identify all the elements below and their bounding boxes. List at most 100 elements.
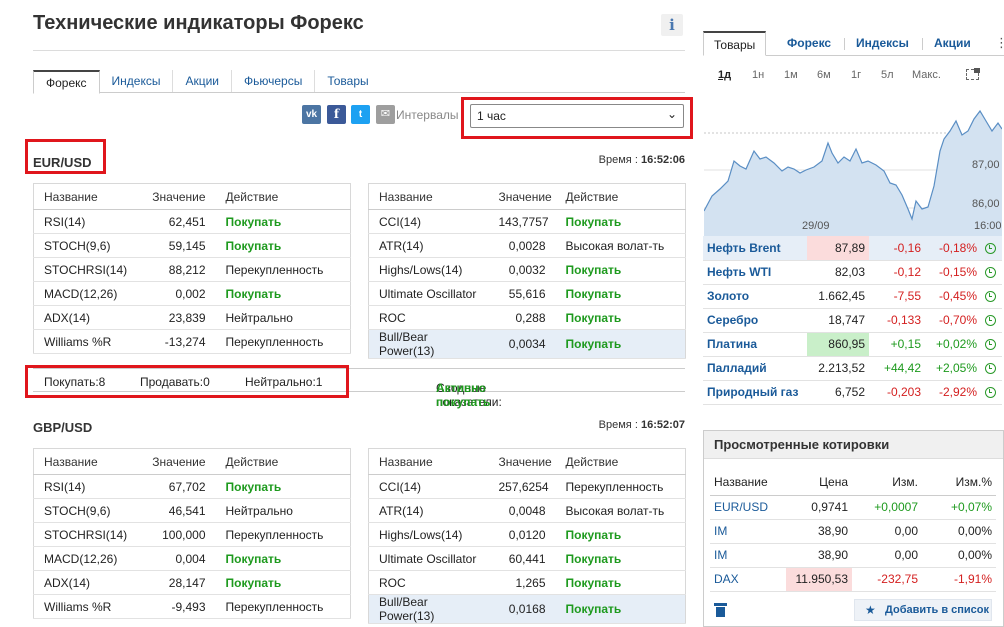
- indicator-name: STOCHRSI(14): [33, 522, 134, 547]
- widget-tab-forex[interactable]: Форекс: [787, 36, 831, 50]
- range-1m[interactable]: 1м: [784, 69, 798, 81]
- widget-tab-commodities[interactable]: Товары: [703, 31, 767, 56]
- clock-icon: [985, 291, 996, 303]
- quote-price: 6,752: [807, 380, 869, 405]
- quote-row[interactable]: Золото 1.662,45 -7,55 -0,45%: [703, 284, 1002, 309]
- viewed-quote-price: 0,9741: [786, 495, 852, 520]
- mail-share-icon[interactable]: ✉: [376, 105, 395, 124]
- quote-row[interactable]: Нефть Brent 87,89 -0,16 -0,18%: [703, 236, 1002, 261]
- facebook-share-icon[interactable]: f: [327, 105, 346, 124]
- add-to-watchlist-button[interactable]: ★ Добавить в список: [854, 599, 992, 621]
- quote-name[interactable]: Золото: [703, 284, 807, 309]
- quote-name[interactable]: Платина: [703, 332, 807, 357]
- quote-change-pct: -0,18%: [925, 236, 981, 261]
- quote-price: 1.662,45: [807, 284, 869, 309]
- viewed-quote-row[interactable]: IM 38,90 0,00 0,00%: [710, 519, 996, 544]
- indicator-value: 0,0034: [488, 329, 556, 359]
- widget-tabs: Товары Форекс Индексы Акции ⋮: [703, 31, 1004, 56]
- quote-name[interactable]: Природный газ: [703, 380, 807, 405]
- quote-change-pct: -2,92%: [925, 380, 981, 405]
- section-eurusd: EUR/USD Время : 16:52:06 Название Значен…: [25, 139, 686, 409]
- fullscreen-icon[interactable]: [966, 68, 980, 80]
- clock-icon: [985, 339, 996, 351]
- quote-row[interactable]: Платина 860,95 +0,15 +0,02%: [703, 332, 1002, 357]
- more-icon[interactable]: ⋮: [995, 35, 1004, 51]
- col-name: Название: [33, 448, 134, 475]
- indicator-row: Ultimate Oscillator 55,616 Покупать: [368, 281, 686, 306]
- tab-stocks[interactable]: Акции: [173, 70, 233, 92]
- info-icon[interactable]: i: [661, 14, 683, 36]
- indicator-action: Покупать: [215, 281, 351, 306]
- indicator-action: Нейтрально: [215, 305, 351, 330]
- viewed-quote-change-pct: -1,91%: [922, 567, 996, 592]
- range-1w[interactable]: 1н: [752, 69, 764, 81]
- viewed-quotes-table: Название Цена Изм. Изм.% EUR/USD 0,9741 +0…: [710, 469, 996, 592]
- quote-name[interactable]: Серебро: [703, 308, 807, 333]
- quote-change: -0,16: [869, 236, 925, 261]
- viewed-quote-row[interactable]: DAX 11.950,53 -232,75 -1,91%: [710, 567, 996, 592]
- indicator-row: RSI(14) 62,451 Покупать: [33, 209, 351, 234]
- vk-share-icon[interactable]: vk: [302, 105, 321, 124]
- indicator-value: -9,493: [133, 594, 216, 619]
- quote-name[interactable]: Нефть WTI: [703, 260, 807, 285]
- indicator-action: Покупать: [215, 546, 351, 571]
- tab-commodities[interactable]: Товары: [315, 70, 380, 92]
- range-1d[interactable]: 1д: [718, 69, 731, 81]
- indicators-table-left: Название Значение Действие RSI(14) 67,702…: [33, 448, 351, 619]
- interval-selected-value: 1 час: [477, 109, 506, 123]
- interval-select[interactable]: 1 час ⌄: [470, 104, 684, 128]
- viewed-quote-price: 38,90: [786, 519, 852, 544]
- quote-name[interactable]: Нефть Brent: [703, 236, 807, 261]
- indicator-row: MACD(12,26) 0,004 Покупать: [33, 546, 351, 571]
- range-5y[interactable]: 5л: [881, 69, 894, 81]
- summary-bar: Покупать:8 Продавать:0 Нейтрально:1 Свод…: [25, 365, 685, 409]
- quote-change: +44,42: [869, 356, 925, 381]
- viewed-quote-change-pct: +0,07%: [922, 495, 996, 520]
- clock-icon: [981, 380, 1002, 405]
- quote-row[interactable]: Нефть WTI 82,03 -0,12 -0,15%: [703, 260, 1002, 285]
- range-6m[interactable]: 6м: [817, 69, 831, 81]
- viewed-quote-row[interactable]: IM 38,90 0,00 0,00%: [710, 543, 996, 568]
- viewed-quotes-panel: Просмотренные котировки Название Цена Из…: [703, 430, 1004, 627]
- viewed-quote-name[interactable]: DAX: [710, 567, 786, 592]
- indicator-action: Покупать: [555, 594, 686, 624]
- viewed-quote-row[interactable]: EUR/USD 0,9741 +0,0007 +0,07%: [710, 495, 996, 520]
- indicator-value: 0,002: [133, 281, 216, 306]
- viewed-quote-name[interactable]: IM: [710, 543, 786, 568]
- indicator-row: ADX(14) 28,147 Покупать: [33, 570, 351, 595]
- indicator-action: Покупать: [215, 209, 351, 234]
- summary-neutral-count: Нейтрально:1: [245, 375, 323, 389]
- indicator-name: Highs/Lows(14): [368, 522, 489, 547]
- range-max[interactable]: Макс.: [912, 69, 941, 81]
- clock-icon: [981, 308, 1002, 333]
- trash-icon[interactable]: [714, 603, 727, 617]
- tab-indices[interactable]: Индексы: [100, 70, 174, 92]
- tab-futures[interactable]: Фьючерсы: [232, 70, 316, 92]
- indicator-action: Перекупленность: [215, 329, 351, 354]
- widget-tab-indices[interactable]: Индексы: [856, 36, 909, 50]
- indicator-row: Williams %R -9,493 Перекупленность: [33, 594, 351, 619]
- range-1y[interactable]: 1г: [851, 69, 861, 81]
- indicator-name: ADX(14): [33, 570, 134, 595]
- indicator-value: 0,0032: [488, 257, 556, 282]
- quote-row[interactable]: Серебро 18,747 -0,133 -0,70%: [703, 308, 1002, 333]
- indicator-name: CCI(14): [368, 209, 489, 234]
- quote-change-pct: -0,45%: [925, 284, 981, 309]
- quote-name[interactable]: Палладий: [703, 356, 807, 381]
- quote-change-pct: -0,70%: [925, 308, 981, 333]
- quote-row[interactable]: Палладий 2.213,52 +44,42 +2,05%: [703, 356, 1002, 381]
- col-value: Значение: [488, 183, 556, 210]
- tab-forex[interactable]: Форекс: [33, 70, 100, 94]
- indicator-name: STOCH(9,6): [33, 233, 134, 258]
- quote-row[interactable]: Природный газ 6,752 -0,203 -2,92%: [703, 380, 1002, 405]
- indicator-row: STOCHRSI(14) 100,000 Перекупленность: [33, 522, 351, 547]
- widget-tab-stocks[interactable]: Акции: [934, 36, 971, 50]
- viewed-quote-name[interactable]: IM: [710, 519, 786, 544]
- clock-icon: [981, 332, 1002, 357]
- page-title: Технические индикаторы Форекс: [33, 12, 364, 34]
- clock-icon: [981, 284, 1002, 309]
- twitter-share-icon[interactable]: t: [351, 105, 370, 124]
- indicator-name: STOCH(9,6): [33, 498, 134, 523]
- viewed-quote-name[interactable]: EUR/USD: [710, 495, 786, 520]
- indicator-name: CCI(14): [368, 474, 489, 499]
